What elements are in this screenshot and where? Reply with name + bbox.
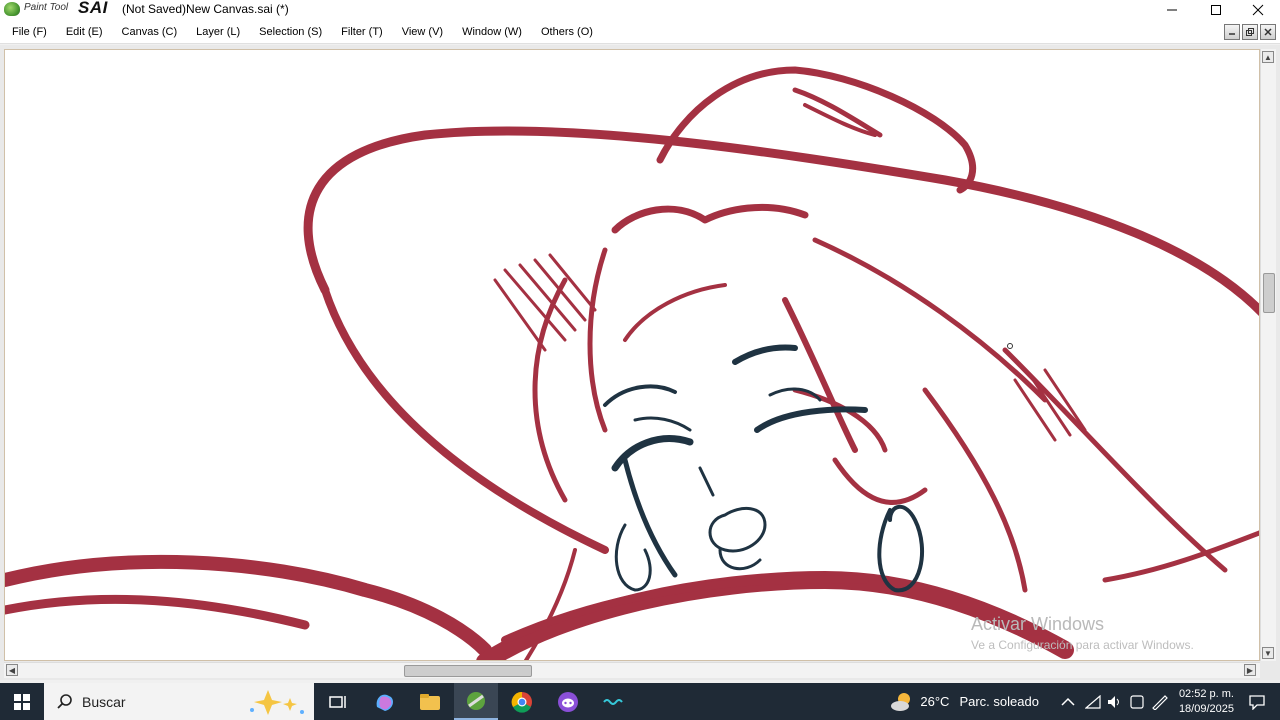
discord-icon [558, 691, 578, 712]
menu-selection[interactable]: Selection (S) [259, 26, 322, 38]
clock[interactable]: 02:52 p. m. 18/09/2025 [1179, 687, 1234, 717]
minimize-button[interactable] [1150, 0, 1194, 20]
doc-minimize-button[interactable] [1224, 24, 1240, 40]
minimize-icon [1167, 9, 1177, 11]
horizontal-scrollbar[interactable]: ◀ ▶ [4, 662, 1260, 678]
minimize-icon [1229, 33, 1235, 35]
taskbar-app-wave[interactable] [592, 683, 636, 720]
menu-filter[interactable]: Filter (T) [341, 26, 383, 38]
app-logo: Paint Tool SAI [2, 0, 112, 18]
title-bar: Paint Tool SAI (Not Saved)New Canvas.sai… [0, 0, 1280, 20]
search-icon [57, 694, 72, 709]
menu-edit[interactable]: Edit (E) [66, 26, 103, 38]
notifications-icon[interactable] [1248, 694, 1266, 710]
taskbar-app-paint-tool-sai[interactable] [454, 683, 498, 720]
wave-app-icon [603, 698, 623, 705]
close-button[interactable] [1236, 0, 1280, 20]
maximize-icon [1211, 5, 1221, 15]
task-view-button[interactable] [316, 683, 360, 720]
windows-logo-icon [14, 693, 30, 710]
taskbar-app-file-explorer[interactable] [408, 683, 452, 720]
weather-description[interactable]: Parc. soleado [959, 694, 1039, 709]
vertical-scrollbar[interactable]: ▲ ▼ [1260, 49, 1276, 661]
menu-bar: File (F) Edit (E) Canvas (C) Layer (L) S… [0, 20, 1280, 44]
doc-close-button[interactable] [1260, 24, 1276, 40]
copilot-icon [376, 694, 393, 711]
copilot-sparkle-icon [250, 690, 304, 715]
menu-canvas[interactable]: Canvas (C) [122, 26, 178, 38]
menu-view[interactable]: View (V) [402, 26, 443, 38]
canvas-frame: Activar Windows Ve a Configuración para … [0, 45, 1280, 680]
scroll-right-arrow[interactable]: ▶ [1244, 664, 1256, 676]
document-window-controls [1224, 24, 1276, 40]
activation-watermark-subtitle: Ve a Configuración para activar Windows. [971, 638, 1194, 652]
close-icon [1264, 28, 1272, 36]
window-title: (Not Saved)New Canvas.sai (*) [122, 2, 289, 16]
system-tray: 26°C Parc. soleado 02:52 p. m. 18/09/202… [890, 683, 1280, 720]
search-placeholder: Buscar [82, 693, 126, 710]
device-icon[interactable] [1129, 694, 1145, 709]
sketch-artwork [5, 66, 1259, 660]
folder-icon [420, 693, 440, 710]
pen-icon[interactable] [1151, 694, 1169, 710]
menu-layer[interactable]: Layer (L) [196, 26, 240, 38]
sai-app-icon [467, 691, 485, 710]
maximize-button[interactable] [1194, 0, 1238, 20]
weather-temperature[interactable]: 26°C [920, 694, 949, 709]
menu-file[interactable]: File (F) [12, 26, 47, 38]
taskbar-app-copilot[interactable] [362, 683, 406, 720]
sai-logo-icon [4, 2, 20, 16]
scroll-down-arrow[interactable]: ▼ [1262, 647, 1274, 659]
chevron-up-icon[interactable] [1061, 697, 1075, 707]
weather-partly-sunny-icon [891, 692, 911, 711]
vertical-scroll-thumb[interactable] [1263, 273, 1275, 313]
clock-time: 02:52 p. m. [1178, 687, 1234, 700]
menu-others[interactable]: Others (O) [541, 26, 593, 38]
drawing-canvas[interactable]: Activar Windows Ve a Configuración para … [4, 49, 1260, 661]
menu-window[interactable]: Window (W) [462, 26, 522, 38]
network-icon[interactable] [1084, 694, 1101, 709]
scroll-left-arrow[interactable]: ◀ [6, 664, 18, 676]
activation-watermark-title: Activar Windows [971, 614, 1105, 634]
taskbar-app-chrome[interactable] [500, 683, 544, 720]
close-icon [1252, 4, 1264, 16]
volume-icon[interactable] [1107, 695, 1123, 709]
doc-restore-button[interactable] [1242, 24, 1258, 40]
chrome-icon [511, 691, 532, 713]
logo-small-text: Paint Tool [24, 2, 69, 13]
taskbar-search-box[interactable]: Buscar [44, 683, 314, 720]
restore-icon [1246, 28, 1254, 36]
start-button[interactable] [0, 683, 44, 720]
taskbar-app-discord[interactable] [546, 683, 590, 720]
task-view-icon [329, 695, 346, 708]
windows-taskbar: Buscar 26°C Parc. soleado 02:52 p. m. 18… [0, 683, 1280, 720]
horizontal-scroll-thumb[interactable] [404, 665, 532, 677]
clock-date: 18/09/2025 [1178, 702, 1234, 715]
scroll-up-arrow[interactable]: ▲ [1262, 51, 1274, 63]
logo-big-text: SAI [78, 0, 108, 17]
